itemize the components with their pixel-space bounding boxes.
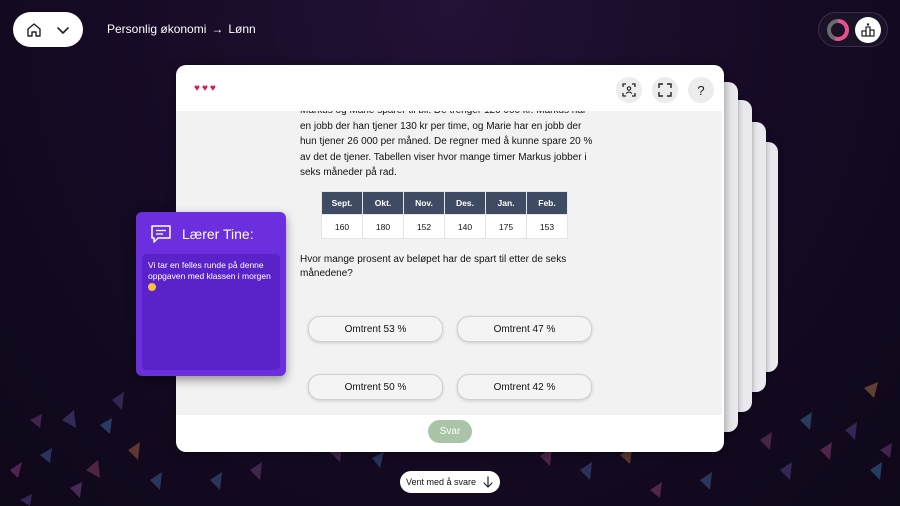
- answer-option-2[interactable]: Omtrent 47 %: [457, 316, 592, 342]
- heart-icon: ♥: [201, 83, 208, 94]
- table-cell: 140: [444, 214, 486, 239]
- table-cell: 160: [321, 214, 363, 239]
- answer-option-1[interactable]: Omtrent 53 %: [308, 316, 443, 342]
- arrow-down-icon: [483, 476, 493, 488]
- teacher-message-box: Vi tar en felles runde på denne oppgaven…: [142, 254, 280, 370]
- progress-pill: [818, 12, 888, 47]
- lives: ♥ ♥ ♥: [194, 83, 216, 94]
- teacher-message-panel: Lærer Tine: Vi tar en felles runde på de…: [136, 212, 286, 376]
- table-cell: 175: [485, 214, 527, 239]
- question-text: Hvor mange prosent av beløpet har de spa…: [300, 254, 567, 279]
- chat-bubble-icon: [151, 225, 171, 243]
- teacher-header: Lærer Tine:: [142, 218, 280, 250]
- table-header: Feb.: [526, 191, 568, 215]
- smiley-emoji-icon: [148, 283, 156, 291]
- teacher-title: Lærer Tine:: [182, 226, 254, 242]
- breadcrumb-topic[interactable]: Personlig økonomi: [107, 22, 206, 36]
- progress-ring: [825, 17, 851, 43]
- breadcrumb-arrow: →: [211, 22, 224, 36]
- table-header-row: Sept. Okt. Nov. Des. Jan. Feb.: [321, 191, 568, 215]
- table-cell: 153: [526, 214, 568, 239]
- table-cell: 180: [362, 214, 404, 239]
- table-header: Jan.: [485, 191, 527, 215]
- focus-button[interactable]: [616, 77, 642, 103]
- fullscreen-icon: [658, 83, 672, 97]
- table-header: Des.: [444, 191, 486, 215]
- nav-pill: [13, 12, 83, 47]
- postpone-label: Vent med å svare: [405, 477, 477, 487]
- breadcrumb: Personlig økonomi → Lønn: [107, 22, 256, 36]
- fullscreen-button[interactable]: [652, 77, 678, 103]
- heart-icon: ♥: [209, 83, 216, 94]
- table-header: Okt.: [362, 191, 404, 215]
- teacher-message: Vi tar en felles runde på denne oppgaven…: [148, 260, 271, 281]
- chevron-down-icon[interactable]: [51, 18, 75, 42]
- table-header: Sept.: [321, 191, 363, 215]
- hours-table: Sept. Okt. Nov. Des. Jan. Feb. 160 180 1…: [321, 191, 568, 239]
- table-cell: 152: [403, 214, 445, 239]
- focus-icon: [622, 83, 636, 97]
- help-button[interactable]: ?: [688, 77, 714, 103]
- submit-button[interactable]: Svar: [428, 420, 472, 443]
- card-toolbar: ?: [616, 77, 714, 103]
- answer-option-3[interactable]: Omtrent 50 %: [308, 374, 443, 400]
- answer-option-4[interactable]: Omtrent 42 %: [457, 374, 592, 400]
- task-intro-text: Markus og Marie sparer til bil. De treng…: [300, 111, 593, 178]
- leaderboard-button[interactable]: [855, 16, 881, 43]
- table-header: Nov.: [403, 191, 445, 215]
- heart-icon: ♥: [194, 83, 200, 94]
- breadcrumb-current: Lønn: [228, 22, 256, 36]
- help-icon: ?: [697, 82, 705, 98]
- home-icon[interactable]: [22, 18, 46, 42]
- table-row: 160 180 152 140 175 153: [321, 214, 568, 239]
- postpone-answer-button[interactable]: Vent med å svare: [400, 471, 500, 493]
- podium-icon: [861, 22, 875, 37]
